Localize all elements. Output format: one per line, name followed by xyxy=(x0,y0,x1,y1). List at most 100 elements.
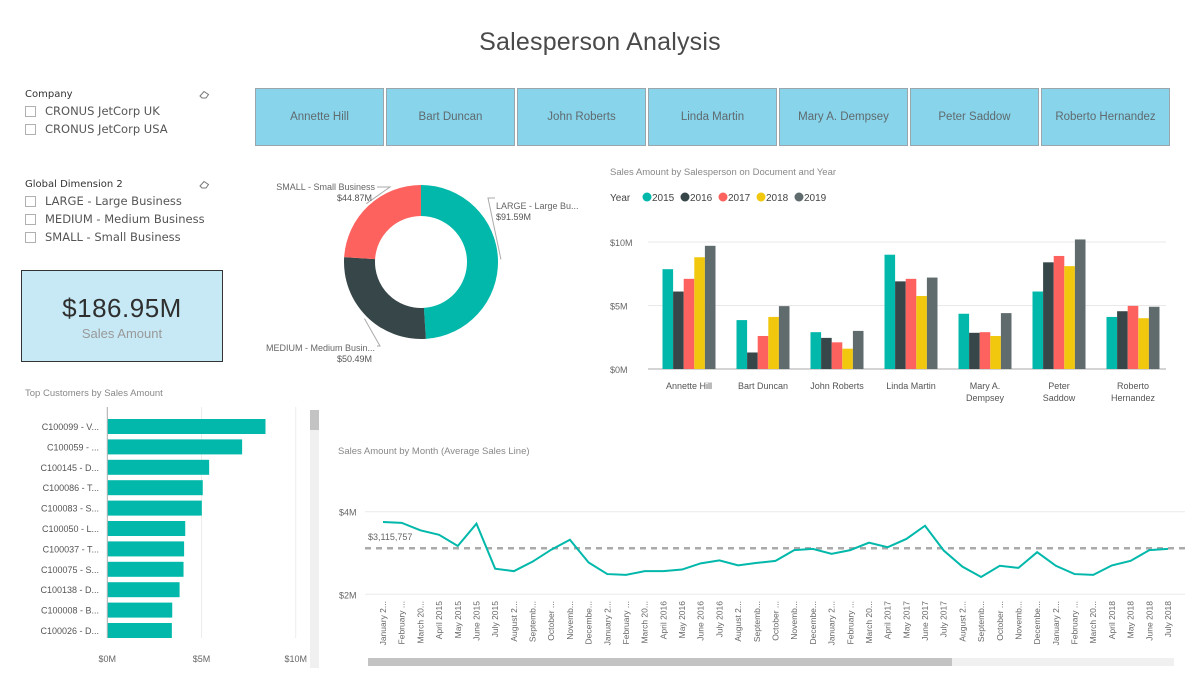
slicer-item[interactable]: SMALL - Small Business xyxy=(25,228,210,246)
global-dimension-slicer: Global Dimension 2 LARGE - Large Busines… xyxy=(25,176,210,246)
x-tick-label: January 2... xyxy=(827,601,837,645)
tile-mary-dempsey[interactable]: Mary A. Dempsey xyxy=(779,88,908,146)
column-bar xyxy=(842,348,853,369)
checkbox[interactable] xyxy=(25,123,36,135)
donut-chart: LARGE - Large Bu...$91.59M MEDIUM - Mediu… xyxy=(266,182,579,364)
column-bar xyxy=(768,316,779,369)
top-customers-scrollbar[interactable] xyxy=(310,410,319,668)
monthly-chart-scrollbar[interactable] xyxy=(368,658,1174,666)
column-bar xyxy=(926,277,938,369)
tile-bart-duncan[interactable]: Bart Duncan xyxy=(386,88,515,146)
checkbox[interactable] xyxy=(25,213,36,225)
column-bar xyxy=(704,245,716,369)
x-tick-label: $5M xyxy=(193,654,211,664)
y-tick-label: C100145 - D... xyxy=(40,463,99,473)
x-tick-label: Saddow xyxy=(1043,393,1076,403)
tile-john-roberts[interactable]: John Roberts xyxy=(517,88,646,146)
x-tick-label: Decembe... xyxy=(808,601,818,644)
column-bar xyxy=(778,306,790,369)
slicer-item[interactable]: MEDIUM - Medium Business xyxy=(25,210,210,228)
column-bar xyxy=(884,254,896,369)
x-tick-label: Mary A. xyxy=(970,381,1001,391)
slicer-item-label: LARGE - Large Business xyxy=(45,194,182,208)
legend-marker xyxy=(794,192,804,202)
customer-bar xyxy=(107,521,186,536)
x-tick-label: Decembe... xyxy=(1032,601,1042,644)
x-tick-label: May 2018 xyxy=(1126,601,1136,639)
x-tick-label: March 20... xyxy=(1088,601,1098,644)
x-tick-label: Bart Duncan xyxy=(738,381,788,391)
y-tick-label: $4M xyxy=(339,508,357,518)
customer-bar xyxy=(107,480,203,496)
legend-title: Year xyxy=(610,193,631,204)
slicer-item[interactable]: CRONUS JetCorp UK xyxy=(25,102,210,120)
x-tick-label: July 2016 xyxy=(714,601,724,638)
y-tick-label: C100059 - ... xyxy=(47,442,99,452)
checkbox[interactable] xyxy=(25,105,36,117)
x-tick-label: August 2... xyxy=(509,601,519,642)
x-tick-label: March 20... xyxy=(864,601,874,644)
slicer-item[interactable]: LARGE - Large Business xyxy=(25,192,210,210)
legend-label: 2016 xyxy=(690,193,713,204)
column-bar xyxy=(1032,291,1044,369)
eraser-icon[interactable] xyxy=(199,180,210,189)
x-tick-label: Decembe... xyxy=(584,601,594,644)
x-tick-label: October ... xyxy=(546,601,556,641)
x-tick-label: March 20... xyxy=(640,601,650,644)
y-tick-label: $5M xyxy=(610,302,628,312)
top-customers-chart: $0M $5M $10M C100099 - V... C100059 - ... C10… xyxy=(40,407,307,664)
tile-linda-martin[interactable]: Linda Martin xyxy=(648,88,777,146)
clustered-chart-title: Sales Amount by Salesperson on Document … xyxy=(610,167,837,178)
y-tick-label: $0M xyxy=(610,365,628,375)
column-bar xyxy=(979,332,991,369)
y-tick-label: C100075 - S... xyxy=(41,565,99,575)
legend-marker xyxy=(718,192,728,202)
checkbox[interactable] xyxy=(25,231,36,243)
legend-label: 2019 xyxy=(804,193,827,204)
column-bar xyxy=(810,332,822,369)
donut-slice xyxy=(421,185,499,339)
x-tick-label: Septemb... xyxy=(976,601,986,642)
x-tick-label: April 2015 xyxy=(434,601,444,640)
x-tick-label: Peter xyxy=(1048,381,1070,391)
x-tick-label: June 2017 xyxy=(920,601,930,641)
scrollbar-thumb[interactable] xyxy=(368,658,952,666)
kpi-value: $186.95M xyxy=(62,293,182,323)
x-tick-label: April 2018 xyxy=(1107,601,1117,640)
customer-bar xyxy=(107,459,210,475)
customer-bar xyxy=(107,582,180,598)
slicer-item[interactable]: CRONUS JetCorp USA xyxy=(25,120,210,138)
x-tick-label: July 2018 xyxy=(1163,601,1173,638)
x-tick-label: Novemb... xyxy=(789,601,799,640)
company-slicer: Company CRONUS JetCorp UK CRONUS JetCorp… xyxy=(25,86,210,138)
column-bar xyxy=(1117,311,1128,369)
donut-slice-label: LARGE - Large Bu... xyxy=(496,201,579,211)
y-tick-label: C100026 - D... xyxy=(40,626,99,636)
donut-slice-label: MEDIUM - Medium Busin... xyxy=(266,343,375,353)
legend-marker xyxy=(756,192,766,202)
monthly-chart-title: Sales Amount by Month (Average Sales Lin… xyxy=(338,446,530,457)
x-tick-label: May 2016 xyxy=(677,601,687,639)
column-bar xyxy=(969,332,980,369)
column-bar xyxy=(1043,262,1054,369)
sales-line xyxy=(382,521,1169,579)
tile-roberto-hernandez[interactable]: Roberto Hernandez xyxy=(1041,88,1170,146)
eraser-icon[interactable] xyxy=(199,90,210,99)
column-bar xyxy=(736,320,748,369)
checkbox[interactable] xyxy=(25,195,36,207)
y-tick-label: C100086 - T... xyxy=(43,483,99,493)
column-bar xyxy=(1106,316,1118,369)
y-tick-label: C100083 - S... xyxy=(41,504,99,514)
slicer-item-label: MEDIUM - Medium Business xyxy=(45,212,205,226)
x-tick-label: January 2... xyxy=(378,601,388,645)
x-tick-label: May 2015 xyxy=(453,601,463,639)
donut-value-label: $91.59M xyxy=(496,212,531,222)
scrollbar-thumb[interactable] xyxy=(310,410,319,430)
tile-peter-saddow[interactable]: Peter Saddow xyxy=(910,88,1039,146)
top-customers-title: Top Customers by Sales Amount xyxy=(25,388,163,399)
column-bar xyxy=(852,330,864,369)
x-tick-label: January 2... xyxy=(602,601,612,645)
customer-bar xyxy=(107,439,243,455)
x-tick-label: Novemb... xyxy=(565,601,575,640)
tile-annette-hill[interactable]: Annette Hill xyxy=(255,88,384,146)
